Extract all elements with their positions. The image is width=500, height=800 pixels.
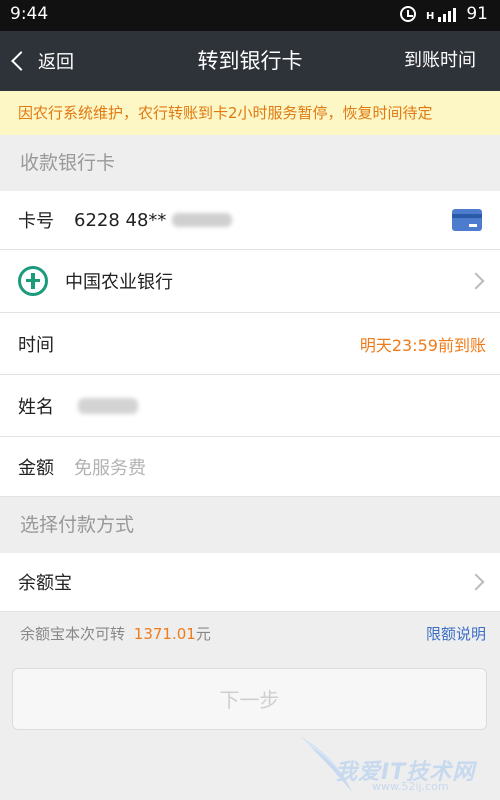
card-number-value: 6228 48** bbox=[74, 209, 167, 231]
arrival-time-button[interactable]: 到账时间 bbox=[404, 31, 476, 91]
status-icons: H 91 bbox=[399, 4, 488, 24]
balance-amount: 1371.01 bbox=[133, 624, 196, 643]
alarm-clock-icon bbox=[399, 6, 416, 22]
masked-card-digits bbox=[172, 213, 233, 227]
card-number-label: 卡号 bbox=[18, 211, 54, 232]
masked-payee-name bbox=[78, 397, 138, 414]
chevron-right-icon bbox=[467, 272, 485, 290]
status-time: 9:44 bbox=[10, 4, 49, 24]
balance-info: 余额宝本次可转 1371.01元 限额说明 bbox=[0, 612, 500, 654]
chevron-left-icon bbox=[11, 51, 31, 71]
payment-method-label: 余额宝 bbox=[18, 573, 72, 594]
arrival-time-row: 时间 明天23:59前到账 bbox=[0, 313, 500, 375]
abc-bank-logo-icon bbox=[18, 266, 48, 296]
section-header-bank-card: 收款银行卡 bbox=[0, 135, 500, 191]
payment-method-row[interactable]: 余额宝 bbox=[0, 553, 500, 612]
bank-name: 中国农业银行 bbox=[65, 272, 173, 293]
amount-row[interactable]: 金额 免服务费 bbox=[0, 437, 500, 497]
chevron-right-icon bbox=[467, 573, 485, 591]
arrival-time-value: 明天23:59前到账 bbox=[359, 335, 486, 355]
balance-prefix: 余额宝本次可转 bbox=[20, 624, 126, 643]
section-header-payment: 选择付款方式 bbox=[0, 497, 500, 553]
payee-name-row: 姓名 bbox=[0, 375, 500, 437]
battery-level: 91 bbox=[466, 4, 488, 24]
back-button[interactable]: 返回 bbox=[11, 31, 74, 91]
name-label: 姓名 bbox=[18, 396, 54, 418]
time-label: 时间 bbox=[18, 334, 54, 356]
balance-suffix: 元 bbox=[195, 624, 211, 643]
card-number-row[interactable]: 卡号 6228 48** bbox=[0, 191, 500, 250]
bank-card-icon[interactable] bbox=[452, 209, 482, 231]
bank-select-row[interactable]: 中国农业银行 bbox=[0, 250, 500, 313]
amount-input[interactable]: 免服务费 bbox=[74, 454, 146, 480]
status-bar: 9:44 H 91 bbox=[0, 0, 500, 31]
nav-bar: 转到银行卡 返回 到账时间 bbox=[0, 31, 500, 91]
next-step-button[interactable]: 下一步 bbox=[12, 668, 487, 730]
watermark-url: www.52ij.com bbox=[372, 780, 449, 793]
back-label: 返回 bbox=[38, 52, 74, 73]
limit-info-link[interactable]: 限额说明 bbox=[426, 623, 486, 644]
maintenance-notice: 因农行系统维护，农行转账到卡2小时服务暂停，恢复时间待定 bbox=[0, 91, 500, 135]
signal-icon: H bbox=[425, 6, 457, 22]
amount-label: 金额 bbox=[18, 457, 54, 479]
network-type: H bbox=[425, 11, 435, 22]
balance-text: 余额宝本次可转 1371.01元 bbox=[20, 623, 211, 644]
